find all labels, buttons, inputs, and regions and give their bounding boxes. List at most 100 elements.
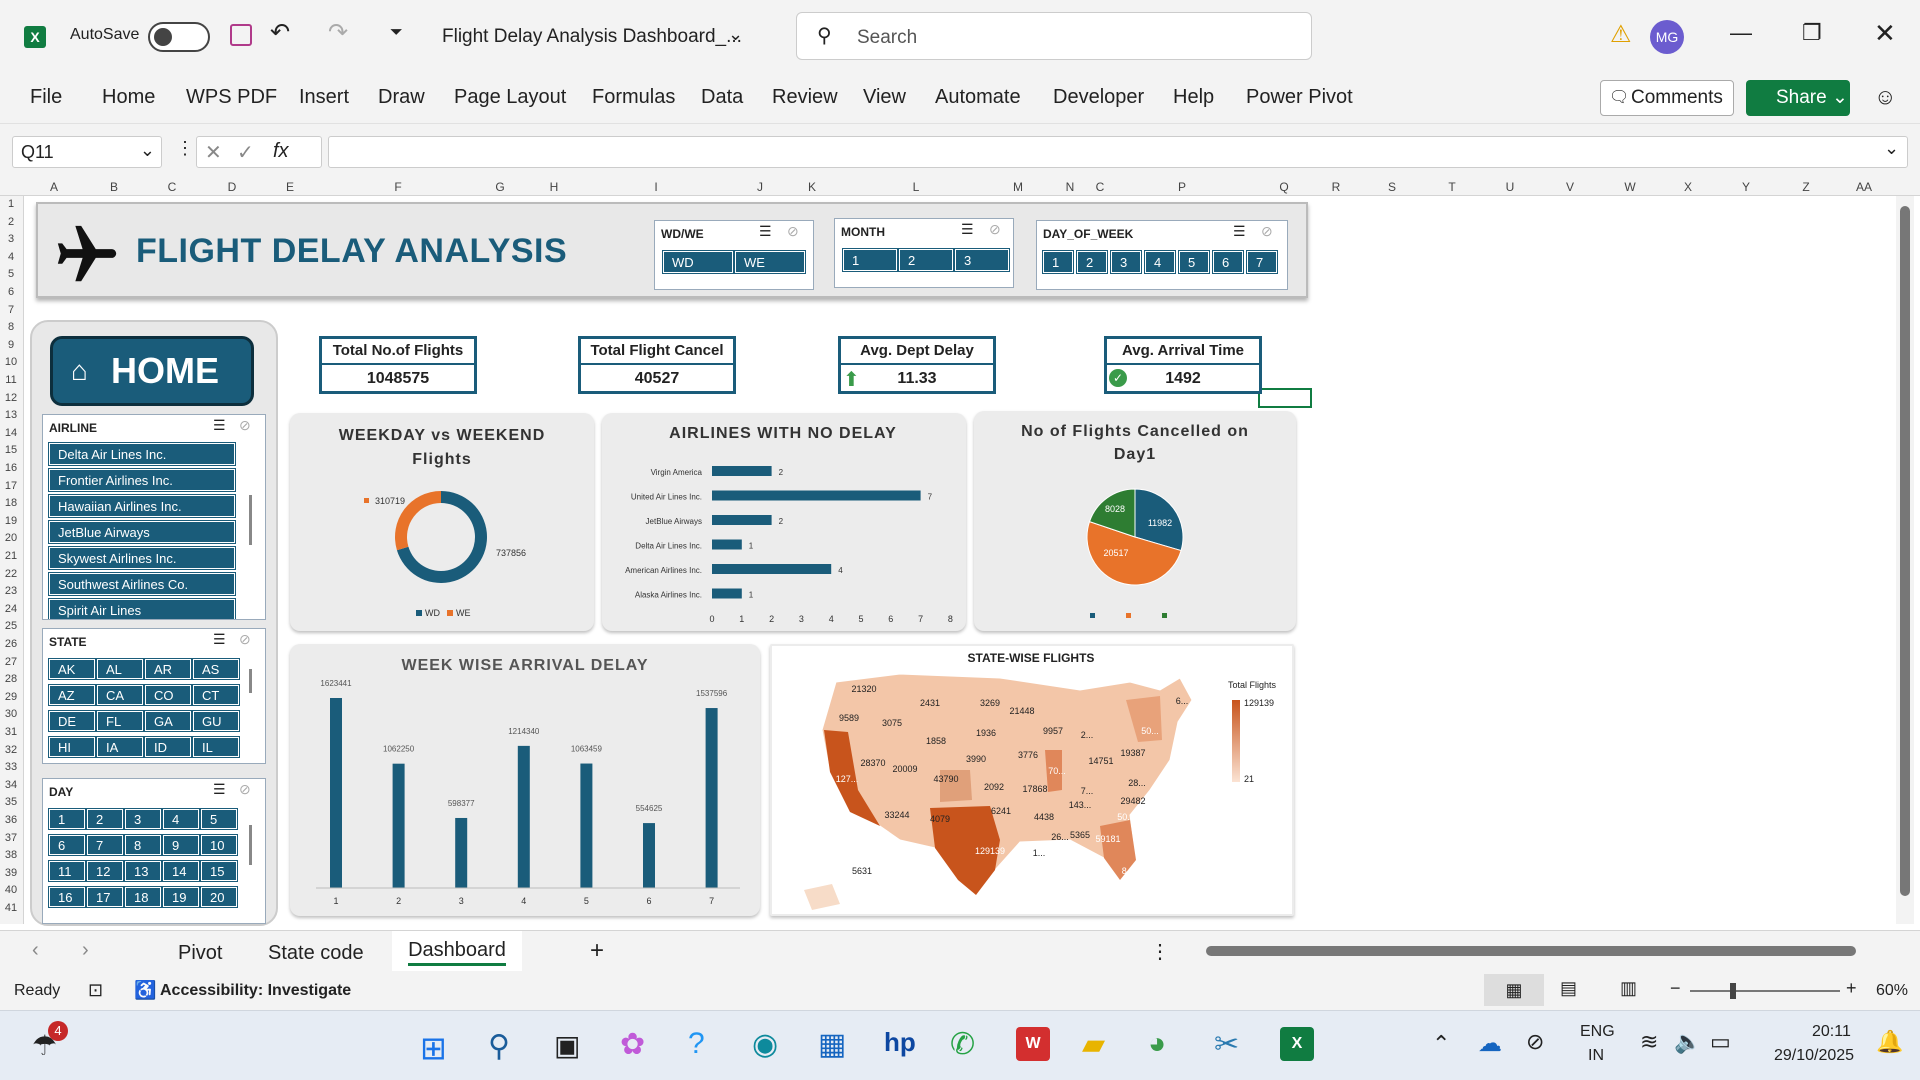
bar bbox=[705, 708, 718, 888]
lang-line1[interactable]: ENG bbox=[1580, 1023, 1615, 1041]
data-label: 1537596 bbox=[696, 689, 728, 698]
charts-layer: WEEKDAY vs WEEKENDFlights737856310719WD W… bbox=[316, 423, 1292, 914]
help-icon[interactable]: ? bbox=[688, 1027, 705, 1061]
legend-marker bbox=[1126, 613, 1131, 618]
bar bbox=[455, 817, 468, 888]
map-label: 2092 bbox=[984, 782, 1004, 792]
tick-label: 4 bbox=[521, 896, 526, 906]
tick-label: 3 bbox=[459, 896, 464, 906]
wps-icon[interactable]: W bbox=[1016, 1027, 1050, 1061]
more-options-icon[interactable]: ⋮ bbox=[1150, 939, 1170, 964]
sheet-tab-state-code[interactable]: State code bbox=[268, 942, 364, 965]
map-label: 5365 bbox=[1070, 830, 1090, 840]
sheet-tab-pivot[interactable]: Pivot bbox=[178, 942, 222, 965]
accessibility-status[interactable]: Accessibility: Investigate bbox=[160, 982, 351, 1000]
normal-view-icon[interactable]: ▦ bbox=[1484, 974, 1544, 1006]
map-label: 7... bbox=[1081, 786, 1094, 796]
axis-label: Alaska Airlines Inc. bbox=[635, 591, 702, 600]
notifications-icon[interactable]: 🔔 bbox=[1876, 1029, 1903, 1055]
bar bbox=[712, 588, 742, 599]
axis-label: United Air Lines Inc. bbox=[631, 493, 702, 502]
page-layout-view-icon[interactable]: ▤ bbox=[1560, 978, 1577, 999]
axis-label: JetBlue Airways bbox=[646, 517, 702, 526]
excel-taskbar-icon[interactable]: X bbox=[1280, 1027, 1314, 1061]
map-label: 14751 bbox=[1088, 756, 1113, 766]
macro-icon[interactable]: ⊡ bbox=[88, 980, 103, 1001]
data-label: 1214340 bbox=[508, 727, 540, 736]
zoom-level[interactable]: 60% bbox=[1876, 982, 1908, 1000]
legend-label: WD bbox=[425, 608, 440, 618]
file-explorer-icon[interactable]: ▰ bbox=[1082, 1027, 1105, 1062]
map-label: 5631 bbox=[852, 866, 872, 876]
legend-title: Total Flights bbox=[1228, 680, 1277, 690]
bar bbox=[643, 823, 655, 888]
lang-line2[interactable]: IN bbox=[1588, 1047, 1604, 1065]
zoom-slider[interactable] bbox=[1690, 983, 1840, 999]
zoom-out-icon[interactable]: − bbox=[1670, 978, 1681, 999]
map-label: 17868 bbox=[1022, 784, 1047, 794]
location-off-icon[interactable]: ⊘ bbox=[1526, 1029, 1544, 1055]
battery-icon[interactable]: ▭ bbox=[1710, 1029, 1731, 1055]
data-label: 554625 bbox=[636, 804, 663, 813]
map-label: 70... bbox=[1048, 766, 1066, 776]
map-label: 9589 bbox=[839, 713, 859, 723]
tick-label: 7 bbox=[709, 896, 714, 906]
data-label: 1623441 bbox=[320, 679, 352, 688]
sheet-tab-dashboard[interactable]: Dashboard bbox=[392, 931, 522, 971]
data-label: 20517 bbox=[1103, 548, 1128, 558]
map-label: 50... bbox=[1117, 812, 1135, 822]
legend-label: WE bbox=[456, 608, 471, 618]
bar bbox=[392, 763, 405, 888]
windows-start-icon[interactable]: ⊞ bbox=[420, 1029, 447, 1067]
tick-label: 2 bbox=[769, 614, 774, 624]
bar bbox=[712, 564, 832, 574]
accessibility-icon[interactable]: ♿ bbox=[134, 980, 156, 1001]
chart-title: WEEKDAY vs WEEKEND bbox=[339, 427, 546, 444]
next-sheet-icon[interactable]: › bbox=[82, 939, 89, 962]
zoom-in-icon[interactable]: + bbox=[1846, 978, 1857, 999]
hp-icon[interactable]: hp bbox=[884, 1027, 916, 1058]
map-label: 21320 bbox=[851, 684, 876, 694]
sheet-tabs-bar: ‹ › Pivot State code Dashboard + ⋮ bbox=[0, 930, 1920, 972]
wifi-icon[interactable]: ≋ bbox=[1640, 1029, 1658, 1055]
map-label: 33244 bbox=[884, 810, 909, 820]
map-label: 21448 bbox=[1009, 706, 1034, 716]
chevron-up-icon[interactable]: ⌃ bbox=[1432, 1031, 1450, 1057]
edge-icon[interactable]: ◉ bbox=[752, 1027, 778, 1062]
map-label: 20009 bbox=[892, 764, 917, 774]
tick-label: 1 bbox=[739, 614, 744, 624]
map-label: 8... bbox=[1122, 866, 1135, 876]
tick-label: 8 bbox=[948, 614, 953, 624]
data-label: 310719 bbox=[375, 496, 405, 506]
map-label: 19387 bbox=[1120, 748, 1145, 758]
copilot-icon[interactable]: ✿ bbox=[620, 1027, 645, 1062]
task-view-icon[interactable]: ▣ bbox=[554, 1029, 580, 1062]
map-label: 4438 bbox=[1034, 812, 1054, 822]
add-sheet-icon[interactable]: + bbox=[590, 937, 604, 965]
volume-icon[interactable]: 🔈 bbox=[1674, 1029, 1701, 1055]
map-label: 29482 bbox=[1120, 796, 1145, 806]
page-break-view-icon[interactable]: ▥ bbox=[1620, 978, 1637, 999]
tick-label: 4 bbox=[829, 614, 834, 624]
tick-label: 0 bbox=[709, 614, 714, 624]
onedrive-icon[interactable]: ☁ bbox=[1478, 1029, 1502, 1058]
legend-marker bbox=[364, 498, 369, 503]
clock-date[interactable]: 29/10/2025 bbox=[1774, 1047, 1854, 1065]
chart-title: AIRLINES WITH NO DELAY bbox=[669, 425, 897, 442]
horizontal-scrollbar[interactable] bbox=[1186, 941, 1886, 961]
bar bbox=[712, 490, 921, 501]
snipping-tool-icon[interactable]: ✂ bbox=[1214, 1027, 1239, 1062]
whatsapp-icon[interactable]: ✆ bbox=[950, 1027, 975, 1062]
data-label: 1 bbox=[749, 542, 754, 551]
data-label: 598377 bbox=[448, 799, 475, 808]
map-label: 4079 bbox=[930, 814, 950, 824]
chrome-icon[interactable]: ◕ bbox=[1148, 1027, 1166, 1061]
prev-sheet-icon[interactable]: ‹ bbox=[32, 939, 39, 962]
clock-time[interactable]: 20:11 bbox=[1812, 1023, 1851, 1041]
legend-marker bbox=[416, 610, 422, 616]
search-icon[interactable]: ⚲ bbox=[488, 1029, 510, 1064]
axis-label: Virgin America bbox=[651, 468, 703, 477]
data-label: 737856 bbox=[496, 548, 526, 558]
map-label: 28370 bbox=[860, 758, 885, 768]
store-icon[interactable]: ▦ bbox=[818, 1027, 846, 1062]
